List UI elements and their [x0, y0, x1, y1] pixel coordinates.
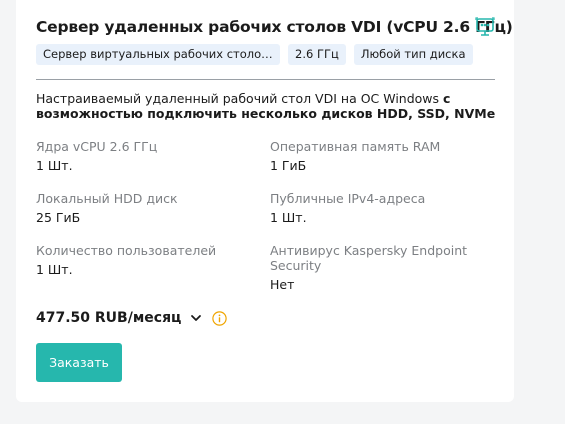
- spec-label: Оперативная память RAM: [270, 139, 441, 154]
- product-title: Сервер удаленных рабочих столов VDI (vCP…: [36, 18, 513, 36]
- info-icon[interactable]: [212, 311, 227, 326]
- spec-users: Количество пользователей 1 Шт.: [36, 243, 216, 277]
- divider: [36, 79, 495, 80]
- spec-label: Публичные IPv4-адреса: [270, 191, 426, 206]
- spec-value: Нет: [270, 277, 295, 292]
- tag-disk-type: Любой тип диска: [353, 44, 473, 65]
- spec-value: 1 Шт.: [270, 210, 307, 225]
- spec-antivirus: Антивирус Kaspersky Endpoint Security Не…: [270, 243, 490, 292]
- price-text: 477.50 RUB/месяц: [36, 310, 182, 326]
- spec-value: 1 Шт.: [36, 262, 73, 277]
- vdi-remote-desktop-icon: [475, 17, 495, 36]
- spec-value: 1 ГиБ: [270, 158, 307, 173]
- chevron-down-icon[interactable]: [189, 311, 203, 325]
- spec-label: Ядра vCPU 2.6 ГГц: [36, 139, 158, 154]
- spec-hdd: Локальный HDD диск 25 ГиБ: [36, 191, 178, 225]
- spec-value: 25 ГиБ: [36, 210, 81, 225]
- spec-label: Антивирус Kaspersky Endpoint Security: [270, 243, 468, 273]
- spec-vcpu: Ядра vCPU 2.6 ГГц 1 Шт.: [36, 139, 157, 173]
- description-regular: Настраиваемый удаленный рабочий стол VDI…: [36, 91, 444, 106]
- product-description: Настраиваемый удаленный рабочий стол VDI…: [36, 91, 496, 121]
- spec-value: 1 Шт.: [36, 158, 73, 173]
- order-button[interactable]: Заказать: [36, 343, 122, 382]
- spec-label: Локальный HDD диск: [36, 191, 178, 206]
- tag-vdi: Сервер виртуальных рабочих столов VDI: [36, 44, 280, 65]
- spec-ipv4: Публичные IPv4-адреса 1 Шт.: [270, 191, 425, 225]
- product-card: Сервер удаленных рабочих столов VDI (vCP…: [16, 0, 514, 402]
- tag-list: Сервер виртуальных рабочих столов VDI 2.…: [36, 44, 473, 65]
- spec-label: Количество пользователей: [36, 243, 217, 258]
- price-toggle[interactable]: 477.50 RUB/месяц: [36, 310, 203, 326]
- tag-frequency: 2.6 ГГц: [288, 44, 346, 65]
- spec-ram: Оперативная память RAM 1 ГиБ: [270, 139, 440, 173]
